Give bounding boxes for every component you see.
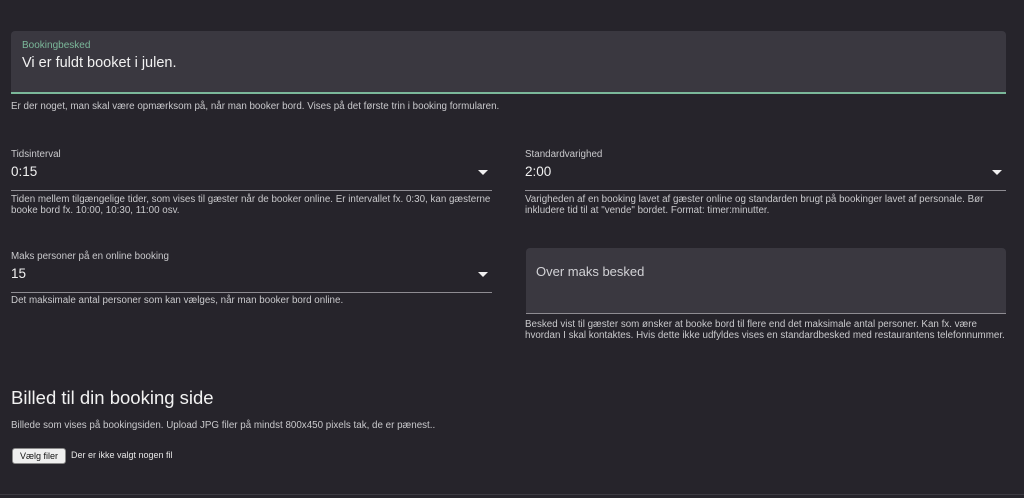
- over-max-message-placeholder: Over maks besked: [536, 264, 645, 279]
- booking-image-description: Billede som vises på bookingsiden. Uploa…: [11, 420, 436, 431]
- booking-message-label: Bookingbesked: [22, 40, 91, 51]
- booking-image-title: Billed til din booking side: [11, 387, 214, 408]
- over-max-message-helper: Besked vist til gæster som ønsker at boo…: [525, 319, 1005, 341]
- time-interval-label: Tidsinterval: [11, 149, 61, 160]
- default-duration-helper: Varigheden af en booking lavet af gæster…: [525, 194, 984, 216]
- time-interval-helper: Tiden mellem tilgængelige tider, som vis…: [11, 194, 491, 216]
- dropdown-arrow-icon[interactable]: [478, 170, 488, 175]
- dropdown-arrow-icon[interactable]: [478, 272, 488, 277]
- choose-files-button[interactable]: Vælg filer: [12, 448, 66, 464]
- file-status-text: Der er ikke valgt nogen fil: [71, 450, 173, 460]
- max-persons-helper: Det maksimale antal personer som kan væl…: [11, 295, 344, 306]
- default-duration-select[interactable]: Standardvarighed 2:00: [525, 147, 1006, 191]
- dropdown-arrow-icon[interactable]: [992, 170, 1002, 175]
- booking-message-value[interactable]: Vi er fuldt booket i julen.: [22, 55, 177, 71]
- default-duration-value: 2:00: [525, 164, 552, 179]
- bottom-divider: [0, 494, 1024, 495]
- over-max-message-field[interactable]: Over maks besked: [526, 248, 1006, 314]
- booking-message-helper: Er der noget, man skal være opmærksom på…: [11, 101, 500, 112]
- time-interval-select[interactable]: Tidsinterval 0:15: [11, 147, 492, 191]
- default-duration-label: Standardvarighed: [525, 149, 603, 160]
- time-interval-value: 0:15: [11, 164, 38, 179]
- max-persons-select[interactable]: Maks personer på en online booking 15: [11, 249, 492, 293]
- booking-message-field[interactable]: Bookingbesked Vi er fuldt booket i julen…: [11, 31, 1006, 94]
- max-persons-value: 15: [11, 266, 27, 281]
- max-persons-label: Maks personer på en online booking: [11, 251, 169, 262]
